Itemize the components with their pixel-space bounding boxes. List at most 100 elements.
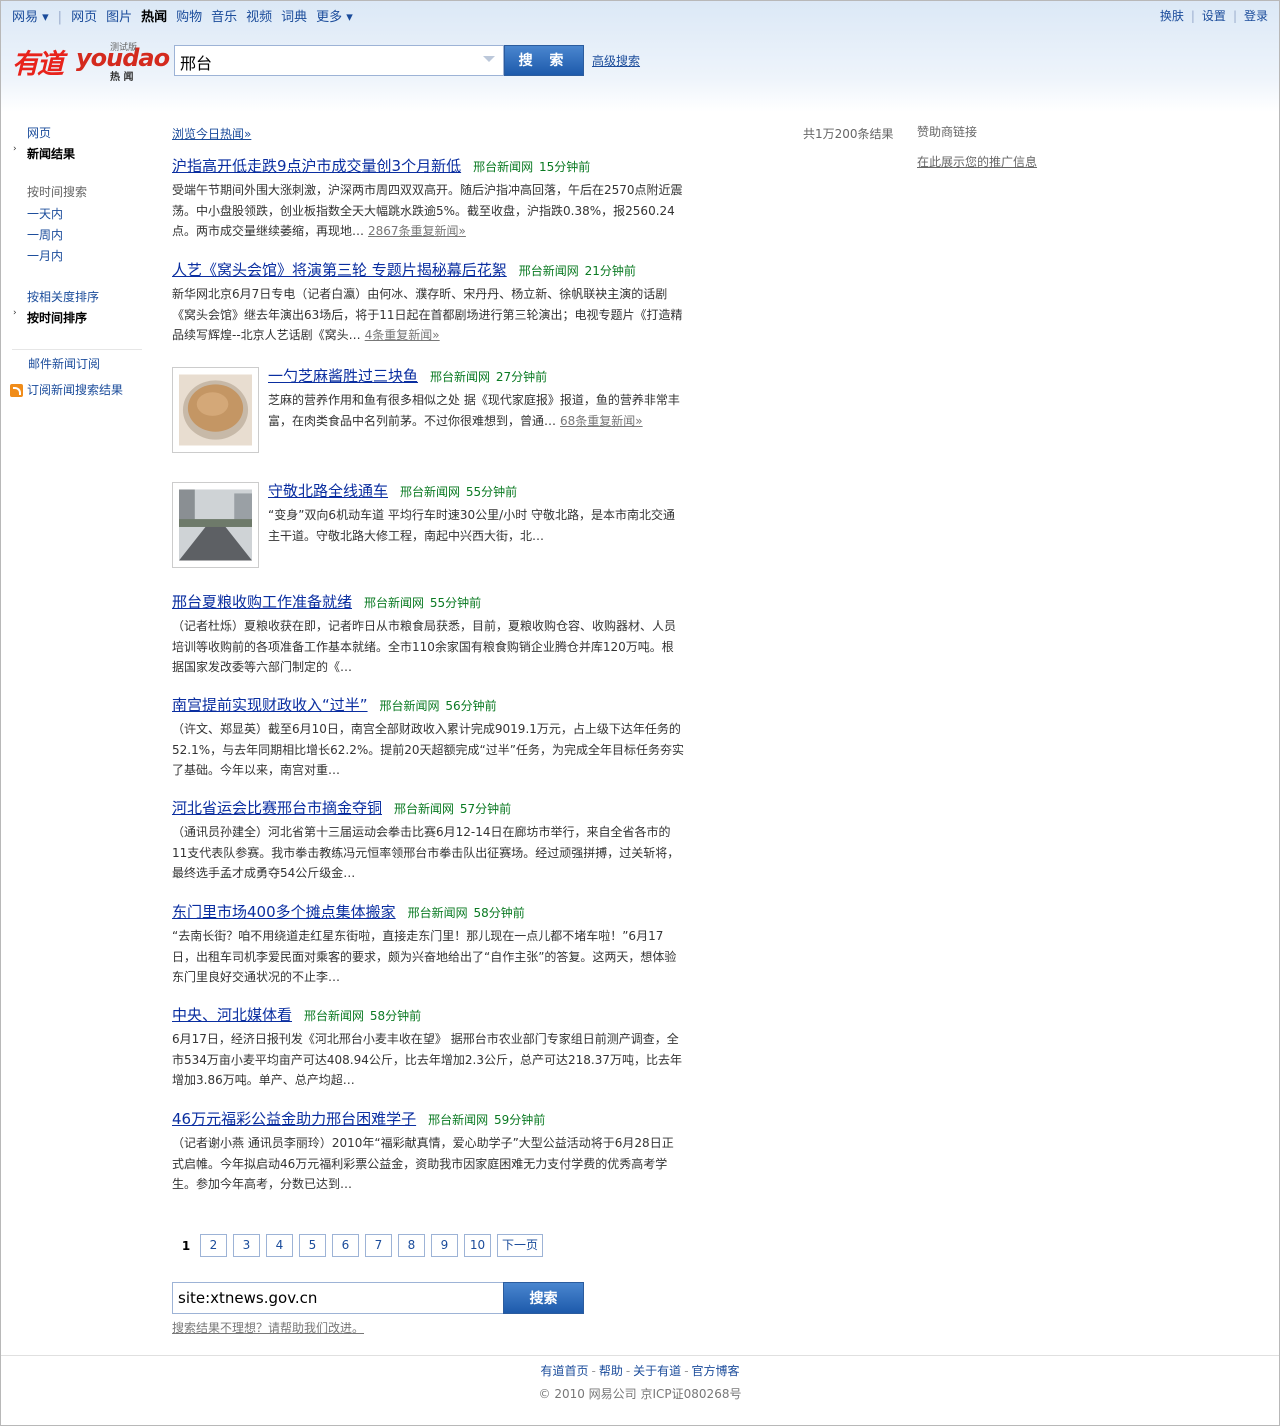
result-thumbnail[interactable] (172, 482, 259, 568)
sponsor-link[interactable]: 在此展示您的推广信息 (917, 153, 1037, 170)
email-subscribe-link[interactable]: 邮件新闻订阅 (28, 355, 100, 372)
result-item: 一勺芝麻酱胜过三块鱼 邢台新闻网 27分钟前 芝麻的营养作用和鱼有很多相似之处 据… (268, 366, 684, 431)
sidebar-heading-time: 按时间搜索 (27, 185, 88, 199)
page-link[interactable]: 5 (299, 1234, 326, 1257)
sidebar-item-sort-relevance[interactable]: 按相关度排序 (27, 288, 99, 305)
page-link[interactable]: 10 (464, 1234, 491, 1257)
next-page-button[interactable]: 下一页 (497, 1234, 544, 1257)
pagination: 1 2 3 4 5 6 7 8 9 10 下一页 (172, 1234, 549, 1258)
result-time: 55分钟前 (429, 596, 482, 610)
duplicate-news-link[interactable]: 2867条重复新闻» (368, 224, 466, 238)
result-snippet: 新华网北京6月7日专电（记者白瀛）由何冰、濮存昕、宋丹丹、杨立新、徐帆联袂主演的… (172, 284, 684, 346)
page-current: 1 (181, 1239, 191, 1253)
result-title-link[interactable]: 邢台夏粮收购工作准备就绪 (172, 593, 352, 611)
result-title-link[interactable]: 一勺芝麻酱胜过三块鱼 (268, 367, 418, 385)
nav-separator: | (57, 10, 63, 25)
footer-blog-link[interactable]: 官方博客 (692, 1364, 740, 1378)
nav-video[interactable]: 视频 (246, 10, 272, 25)
footer-divider (1, 1355, 1279, 1356)
youdao-logo[interactable]: 有道 youdao 测试版 热 闻 (12, 40, 170, 84)
footer-separator: - (591, 1364, 596, 1378)
result-snippet: “去南长街？咱不用绕道走红星东街啦，直接走东门里！那儿现在一点儿都不堵车啦！”6… (172, 926, 684, 988)
result-time: 27分钟前 (495, 370, 548, 384)
result-item: 沪指高开低走跌9点沪市成交量创3个月新低 邢台新闻网 15分钟前 受端午节期间外围… (172, 156, 684, 242)
page-link[interactable]: 9 (431, 1234, 458, 1257)
nav-web[interactable]: 网页 (71, 10, 97, 25)
result-item: 守敬北路全线通车 邢台新闻网 55分钟前 “变身”双向6机动车道 平均行车时速30… (268, 481, 684, 546)
milk-tea-thumbnail (179, 374, 252, 446)
result-time: 21分钟前 (584, 264, 636, 278)
sidebar-item-week[interactable]: 一周内 (27, 226, 63, 243)
result-source: 邢台新闻网 (379, 699, 440, 713)
result-snippet: 受端午节期间外围大涨刺激，沪深两市周四双双高开。随后沪指冲高回落，午后在2570… (172, 180, 684, 242)
search-input[interactable]: 邢台 (174, 45, 504, 76)
footer-home-link[interactable]: 有道首页 (540, 1364, 588, 1378)
nav-music[interactable]: 音乐 (211, 10, 237, 25)
result-title-link[interactable]: 46万元福彩公益金助力邢台困难学子 (172, 1110, 416, 1128)
bottom-search-input[interactable]: site:xtnews.gov.cn (172, 1282, 504, 1314)
result-snippet: 6月17日，经济日报刊发《河北邢台小麦丰收在望》 据邢台市农业部门专家组日前测产… (172, 1029, 684, 1091)
result-time: 58分钟前 (473, 906, 525, 920)
rss-icon[interactable] (10, 384, 23, 397)
page-link[interactable]: 8 (398, 1234, 425, 1257)
feedback-link[interactable]: 搜索结果不理想？请帮助我们改进。 (172, 1319, 364, 1336)
result-thumbnail[interactable] (172, 367, 259, 453)
browse-today-link[interactable]: 浏览今日热闻» (172, 125, 251, 142)
result-source: 邢台新闻网 (518, 264, 579, 278)
settings-link[interactable]: 设置 (1202, 9, 1226, 23)
result-title-link[interactable]: 东门里市场400多个摊点集体搬家 (172, 903, 396, 921)
sidebar-item-day[interactable]: 一天内 (27, 205, 63, 222)
sidebar-item-sort-time: 按时间排序 (27, 311, 88, 325)
snippet-text: “去南长街？咱不用绕道走红星东街啦，直接走东门里！那儿现在一点儿都不堵车啦！”6… (172, 929, 677, 984)
result-title-link[interactable]: 南宫提前实现财政收入“过半” (172, 696, 368, 714)
result-snippet: （记者谢小燕 通讯员李丽玲）2010年“福彩献真情，爱心助学子”大型公益活动将于… (172, 1133, 684, 1195)
footer-about-link[interactable]: 关于有道 (633, 1364, 681, 1378)
sidebar-divider (12, 349, 142, 350)
result-time: 58分钟前 (369, 1009, 422, 1023)
bottom-search-value: site:xtnews.gov.cn (178, 1289, 318, 1307)
rss-subscribe-link[interactable]: 订阅新闻搜索结果 (27, 381, 123, 398)
page-link[interactable]: 2 (200, 1234, 227, 1257)
login-link[interactable]: 登录 (1244, 9, 1268, 23)
page-link[interactable]: 7 (365, 1234, 392, 1257)
result-count: 共1万200条结果 (803, 127, 894, 141)
result-time: 55分钟前 (465, 485, 518, 499)
sidebar-item-month[interactable]: 一月内 (27, 247, 63, 264)
page-link[interactable]: 6 (332, 1234, 359, 1257)
link-separator: | (1232, 9, 1237, 23)
result-title-link[interactable]: 人艺《窝头会馆》将演第三轮 专题片揭秘幕后花絮 (172, 261, 507, 279)
nav-images[interactable]: 图片 (106, 10, 132, 25)
result-source: 邢台新闻网 (428, 1113, 489, 1127)
result-title-link[interactable]: 中央、河北媒体看 (172, 1006, 292, 1024)
result-title-link[interactable]: 守敬北路全线通车 (268, 482, 388, 500)
nav-netease-menu[interactable]: 网易 ▾ (12, 10, 49, 25)
nav-dictionary[interactable]: 词典 (281, 10, 307, 25)
duplicate-news-link[interactable]: 4条重复新闻» (365, 328, 440, 342)
result-snippet: （通讯员孙建全）河北省第十三届运动会拳击比赛6月12-14日在廊坊市举行，来自全… (172, 822, 684, 884)
footer-separator: - (684, 1364, 689, 1378)
skin-link[interactable]: 换肤 (1160, 9, 1184, 23)
nav-news-current[interactable]: 热闻 (141, 10, 167, 25)
footer-help-link[interactable]: 帮助 (599, 1364, 623, 1378)
search-button[interactable]: 搜 索 (504, 45, 584, 76)
result-title-link[interactable]: 沪指高开低走跌9点沪市成交量创3个月新低 (172, 157, 461, 175)
advanced-search-link[interactable]: 高级搜索 (592, 52, 640, 69)
result-time: 56分钟前 (445, 699, 497, 713)
snippet-text: （通讯员孙建全）河北省第十三届运动会拳击比赛6月12-14日在廊坊市举行，来自全… (172, 825, 680, 880)
result-snippet: 芝麻的营养作用和鱼有很多相似之处 据《现代家庭报》报道，鱼的营养非常丰富，在肉类… (268, 390, 684, 431)
result-item: 中央、河北媒体看 邢台新闻网 58分钟前 6月17日，经济日报刊发《河北邢台小麦丰… (172, 1005, 684, 1091)
nav-more-menu[interactable]: 更多 ▾ (316, 10, 353, 25)
result-item: 河北省运会比赛邢台市摘金夺铜 邢台新闻网 57分钟前 （通讯员孙建全）河北省第十三… (172, 798, 684, 884)
result-item: 邢台夏粮收购工作准备就绪 邢台新闻网 55分钟前 （记者杜烁）夏粮收获在即，记者昨… (172, 592, 684, 678)
result-snippet: （许文、郑显英）截至6月10日，南宫全部财政收入累计完成9019.1万元，占上级… (172, 719, 684, 781)
nav-shopping[interactable]: 购物 (176, 10, 202, 25)
result-title-link[interactable]: 河北省运会比赛邢台市摘金夺铜 (172, 799, 382, 817)
dropdown-arrow-icon[interactable] (483, 56, 495, 62)
page-link[interactable]: 4 (266, 1234, 293, 1257)
logo-beta-label: 测试版 (110, 43, 138, 53)
duplicate-news-link[interactable]: 68条重复新闻» (560, 414, 643, 428)
sidebar-item-web[interactable]: 网页 (27, 124, 51, 141)
result-source: 邢台新闻网 (400, 485, 461, 499)
bottom-search-button[interactable]: 搜索 (503, 1282, 584, 1314)
page-link[interactable]: 3 (233, 1234, 260, 1257)
